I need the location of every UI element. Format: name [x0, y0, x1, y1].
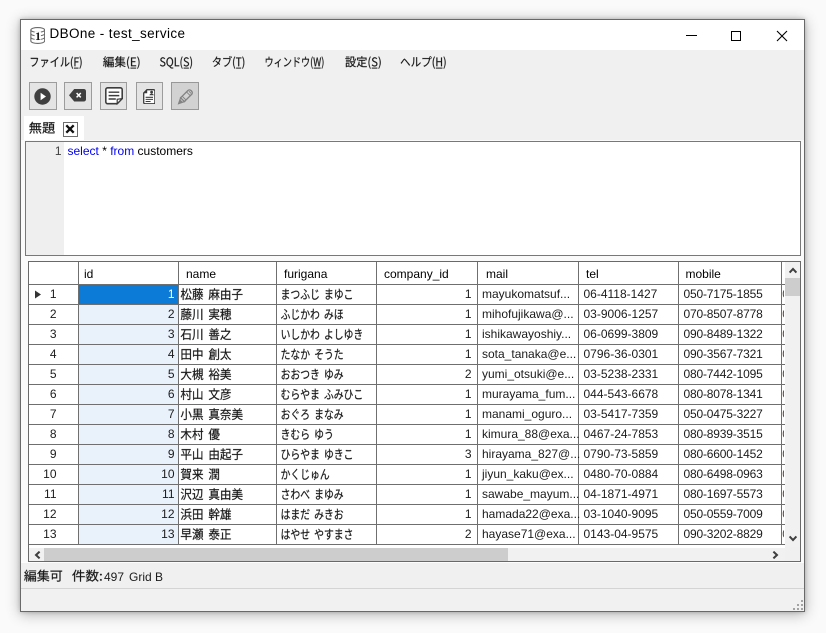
- svg-text:1: 1: [35, 29, 41, 43]
